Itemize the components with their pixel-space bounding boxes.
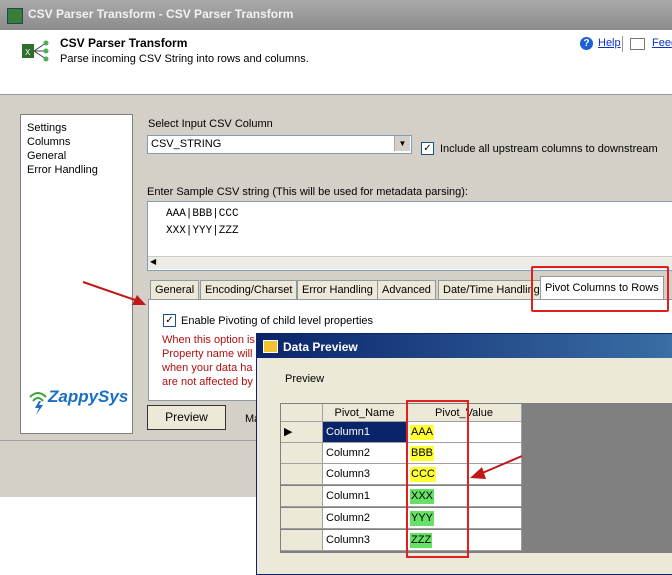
annotation-arrow-icon — [470, 455, 523, 479]
